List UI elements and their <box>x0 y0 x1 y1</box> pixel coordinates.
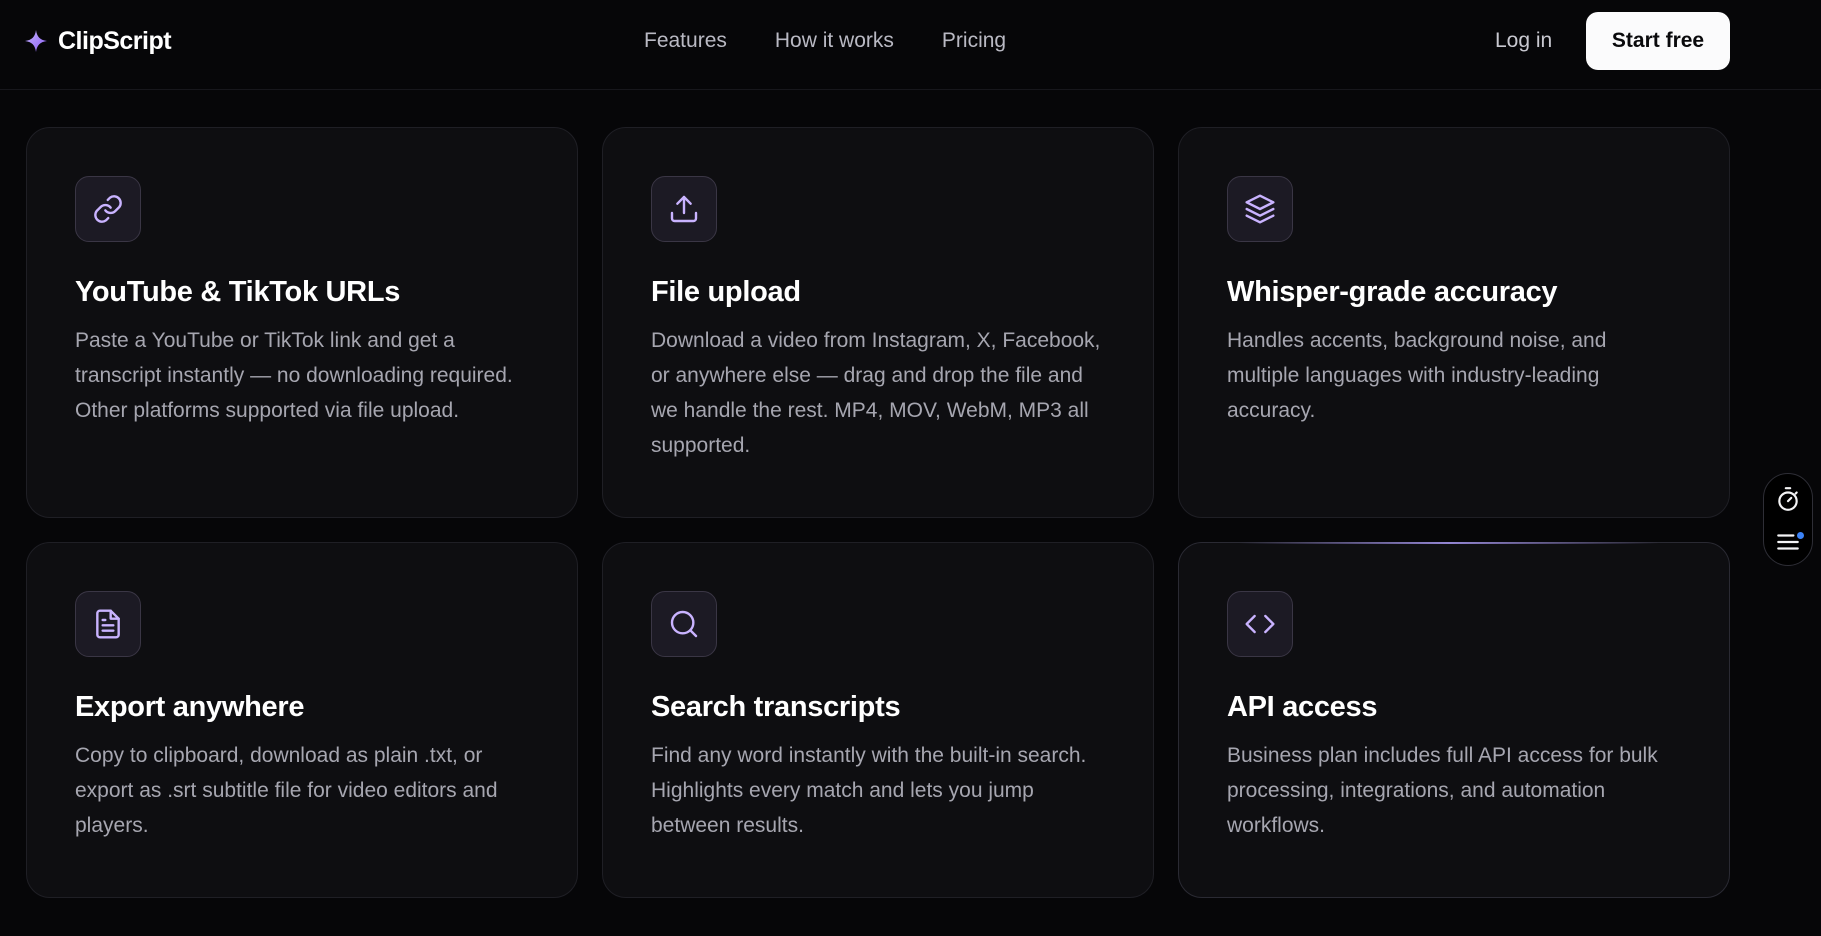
start-free-button[interactable]: Start free <box>1586 12 1730 70</box>
feature-description: Find any word instantly with the built-i… <box>651 744 1087 837</box>
feature-description: Download a video from Instagram, X, Face… <box>651 329 1101 457</box>
nav-link-how-it-works[interactable]: How it works <box>775 26 894 56</box>
feature-card-api: API access Business plan includes full A… <box>1178 542 1730 898</box>
feature-card-urls: YouTube & TikTok URLs Paste a YouTube or… <box>26 127 578 518</box>
feature-card-file-upload: File upload Download a video from Instag… <box>602 127 1154 518</box>
sparkle-icon <box>25 30 47 52</box>
feature-title: Whisper-grade accuracy <box>1227 276 1558 308</box>
feature-title: Search transcripts <box>651 691 901 723</box>
feature-title: YouTube & TikTok URLs <box>75 276 401 308</box>
document-icon <box>75 591 141 657</box>
nav-link-pricing[interactable]: Pricing <box>942 26 1006 56</box>
features-grid: YouTube & TikTok URLs Paste a YouTube or… <box>26 127 1730 898</box>
search-icon <box>651 591 717 657</box>
feature-card-search: Search transcripts Find any word instant… <box>602 542 1154 898</box>
main-nav: Features How it works Pricing <box>644 26 1006 56</box>
brand-name: ClipScript <box>58 26 172 55</box>
feature-description: Business plan includes full API access f… <box>1227 744 1658 837</box>
upload-icon <box>651 176 717 242</box>
code-icon <box>1227 591 1293 657</box>
notification-badge <box>1797 532 1804 539</box>
feature-title: Export anywhere <box>75 691 305 723</box>
feature-description: Copy to clipboard, download as plain .tx… <box>75 744 498 837</box>
feature-title: File upload <box>651 276 801 308</box>
nav-link-features[interactable]: Features <box>644 26 727 56</box>
layers-icon <box>1227 176 1293 242</box>
feature-card-accuracy: Whisper-grade accuracy Handles accents, … <box>1178 127 1730 518</box>
feature-description: Handles accents, background noise, and m… <box>1227 329 1607 422</box>
link-icon <box>75 176 141 242</box>
stopwatch-icon[interactable] <box>1775 486 1801 512</box>
brand-logo[interactable]: ClipScript <box>24 22 172 60</box>
feature-title: API access <box>1227 691 1378 723</box>
feature-card-export: Export anywhere Copy to clipboard, downl… <box>26 542 578 898</box>
feature-description: Paste a YouTube or TikTok link and get a… <box>75 329 513 422</box>
login-link[interactable]: Log in <box>1495 26 1552 56</box>
top-navigation-bar: ClipScript Features How it works Pricing… <box>0 0 1821 90</box>
floating-tools-panel <box>1763 473 1813 566</box>
